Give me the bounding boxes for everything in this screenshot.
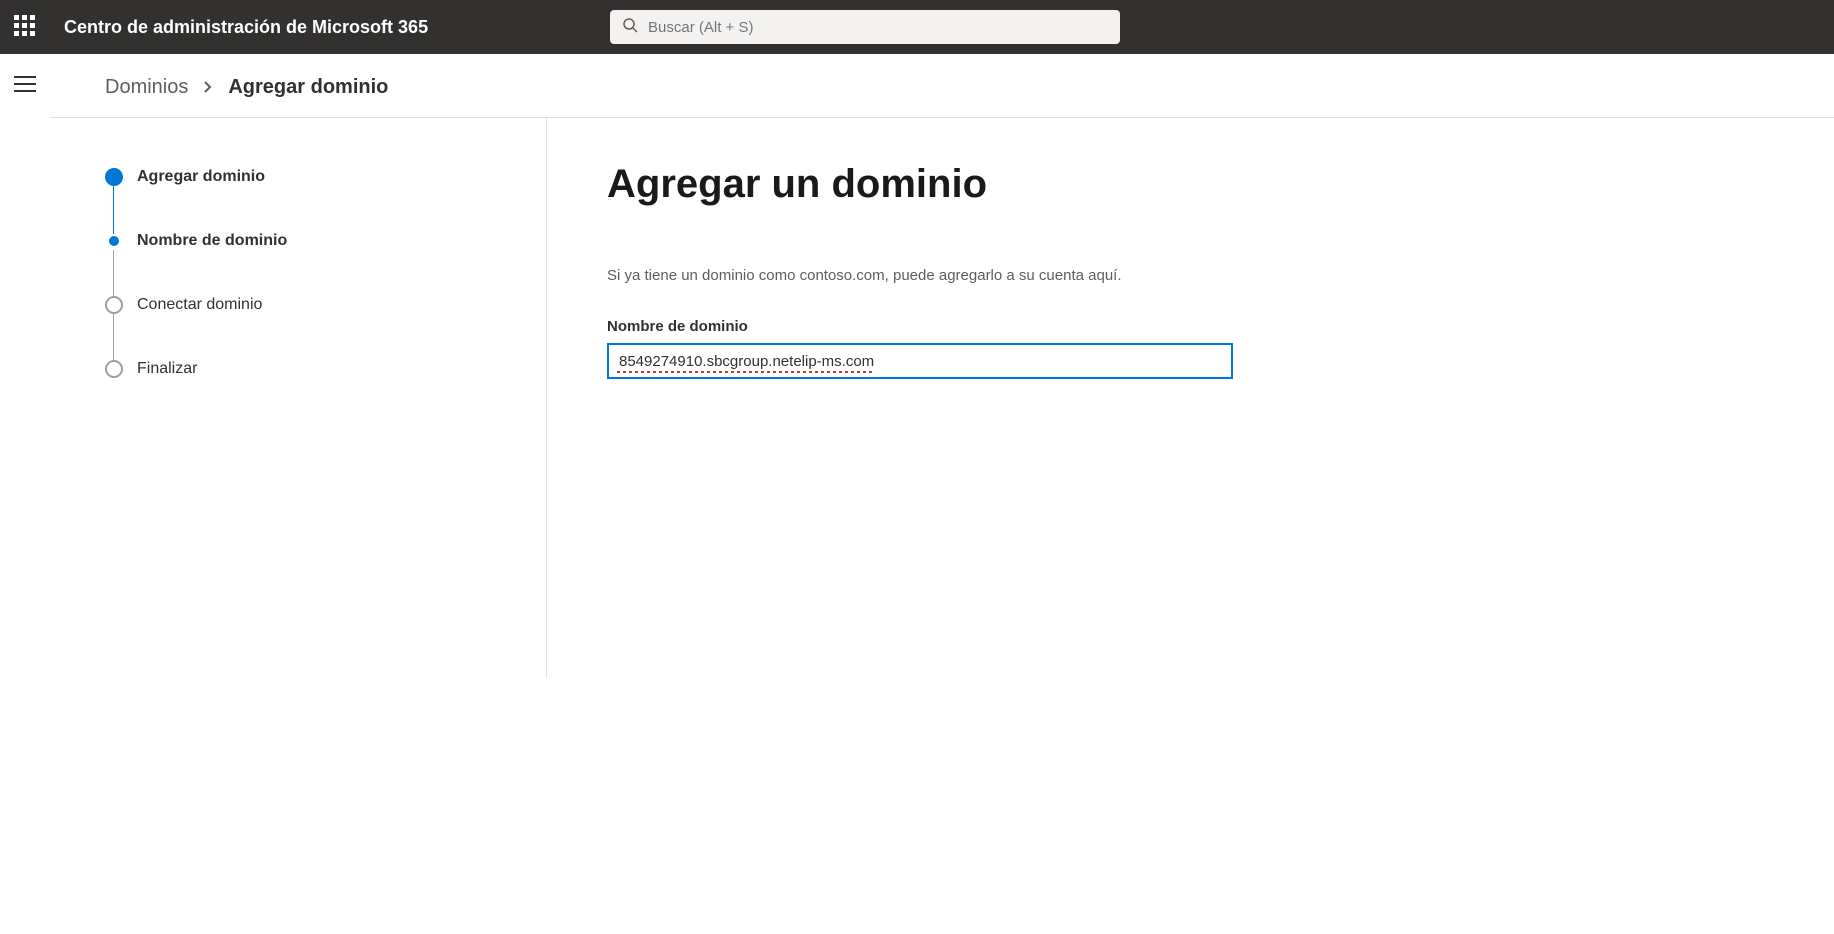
- breadcrumb-current: Agregar dominio: [228, 76, 388, 99]
- step-label: Finalizar: [137, 360, 197, 378]
- app-title: Centro de administración de Microsoft 36…: [64, 17, 428, 38]
- step-label: Agregar dominio: [137, 168, 265, 186]
- domain-field-label: Nombre de dominio: [607, 318, 1774, 335]
- form-area: Agregar un dominio Si ya tiene un domini…: [547, 118, 1834, 678]
- hamburger-icon[interactable]: [14, 76, 36, 92]
- spellcheck-underline-icon: [617, 371, 872, 373]
- step-conectar-dominio[interactable]: Conectar dominio: [105, 296, 546, 360]
- search-icon: [622, 17, 638, 38]
- step-dot-pending-icon: [105, 296, 123, 314]
- step-dot-pending-icon: [105, 360, 123, 378]
- step-finalizar[interactable]: Finalizar: [105, 360, 546, 378]
- search-input[interactable]: [648, 19, 1108, 36]
- step-label: Conectar dominio: [137, 296, 262, 314]
- help-text: Si ya tiene un dominio como contoso.com,…: [607, 267, 1774, 284]
- top-bar: Centro de administración de Microsoft 36…: [0, 0, 1834, 54]
- breadcrumb: Dominios Agregar dominio: [50, 76, 1834, 118]
- domain-name-input[interactable]: [607, 343, 1233, 379]
- search-container: [610, 10, 1120, 44]
- step-nombre-de-dominio[interactable]: Nombre de dominio: [105, 232, 546, 296]
- step-dot-active-icon: [109, 236, 119, 246]
- wizard-stepper: Agregar dominio Nombre de dominio Conect…: [50, 118, 547, 678]
- step-dot-completed-icon: [105, 168, 123, 186]
- page-title: Agregar un dominio: [607, 162, 1774, 207]
- search-box[interactable]: [610, 10, 1120, 44]
- chevron-right-icon: [202, 76, 214, 99]
- step-label: Nombre de dominio: [137, 232, 287, 250]
- nav-toggle-column: [0, 54, 50, 678]
- breadcrumb-parent[interactable]: Dominios: [105, 76, 188, 99]
- step-agregar-dominio[interactable]: Agregar dominio: [105, 168, 546, 232]
- app-launcher-icon[interactable]: [12, 13, 40, 41]
